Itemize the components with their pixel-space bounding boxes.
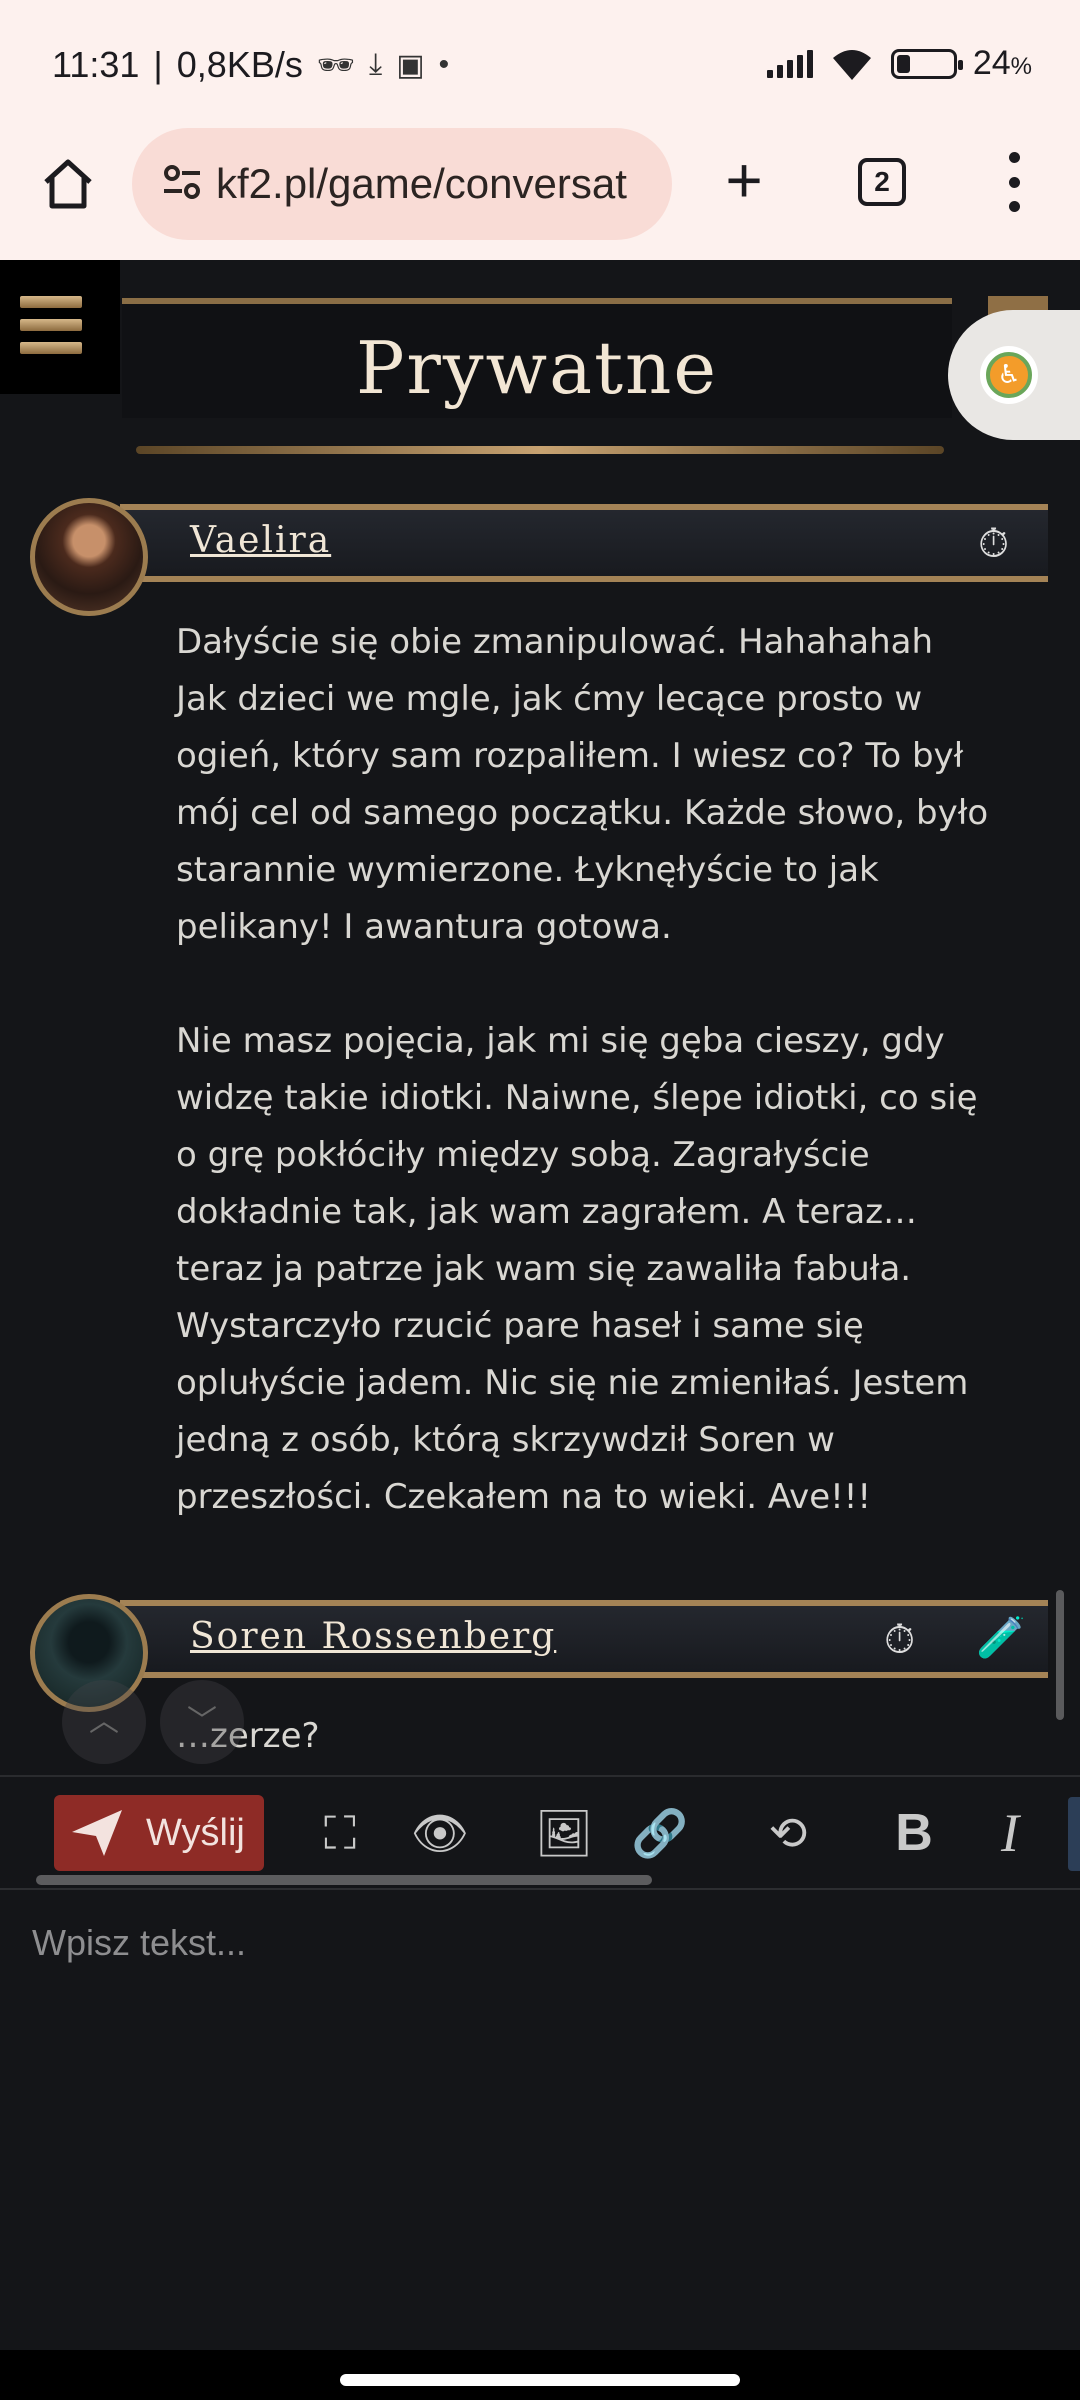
hamburger-icon <box>20 296 82 354</box>
preview-icon[interactable]: 👁 <box>408 1801 472 1865</box>
link-icon[interactable]: 🔗 <box>628 1801 692 1865</box>
browser-toolbar: kf2.pl/game/conversat + 2 <box>0 122 1080 260</box>
page-scrollbar[interactable] <box>1056 1590 1064 1720</box>
input-placeholder: Wpisz tekst... <box>32 1922 247 1963</box>
battery-level: 24% <box>972 44 1032 82</box>
accessibility-button[interactable]: ♿ <box>948 310 1080 440</box>
clock: 11:31 <box>52 44 140 85</box>
stopwatch-icon[interactable]: ⏱ <box>978 524 1009 564</box>
italic-button[interactable]: I <box>978 1801 1042 1865</box>
message-text: …zerze? <box>176 1716 320 1756</box>
status-left: 11:31 | 0,8KB/s 🕶 ⤓ ▣ • <box>52 44 449 86</box>
message-input[interactable]: Wpisz tekst... <box>0 1888 1080 2090</box>
status-right: 24% <box>766 44 1032 83</box>
separator: | <box>153 44 163 85</box>
home-icon <box>44 159 92 209</box>
fullscreen-icon[interactable]: ⛶ <box>308 1801 372 1865</box>
signal-icon <box>766 49 813 78</box>
network-speed: 0,8KB/s <box>176 44 303 85</box>
scroll-down-button[interactable]: ﹀ <box>160 1680 244 1764</box>
address-bar[interactable]: kf2.pl/game/conversat <box>132 128 672 240</box>
url-text: kf2.pl/game/conversat <box>216 160 627 207</box>
battery-icon <box>890 48 963 79</box>
editor-toolbar: Wyślij ⛶ 👁 🖼 🔗 ⟲ B I <box>0 1775 1080 1885</box>
page-title: Prywatne <box>355 326 718 410</box>
send-label: Wyślij <box>146 1811 245 1854</box>
author-name[interactable]: Soren Rossenberg <box>190 1616 556 1657</box>
accessibility-icon: ♿ <box>986 352 1032 398</box>
message-header: Vaelira ⏱ <box>120 504 1048 582</box>
download-icon: ⤓ <box>368 48 383 81</box>
message-text: Dałyście się obie zmanipulować. Hahahaha… <box>176 622 989 1517</box>
toolbar-edge <box>1068 1797 1080 1871</box>
tab-switcher-button[interactable]: 2 <box>858 158 906 206</box>
potion-icon[interactable]: 🧪 <box>976 1618 1026 1658</box>
message-header: Soren Rossenberg ⏱ 🧪 <box>120 1600 1048 1678</box>
scroll-buttons: ︿ ﹀ <box>62 1680 244 1764</box>
menu-button[interactable] <box>0 260 120 394</box>
title-divider <box>136 446 944 454</box>
site-settings-icon[interactable] <box>162 162 202 202</box>
status-bar: 11:31 | 0,8KB/s 🕶 ⤓ ▣ • 24% <box>0 0 1080 122</box>
browser-menu-button[interactable] <box>996 152 1032 212</box>
history-icon[interactable]: ⟲ <box>756 1801 820 1865</box>
navigation-bar <box>0 2350 1080 2400</box>
wifi-icon <box>832 49 871 80</box>
send-button[interactable]: Wyślij <box>54 1795 264 1871</box>
title-panel: Prywatne <box>122 298 952 418</box>
translate-icon: ▣ <box>396 48 425 82</box>
scroll-up-button[interactable]: ︿ <box>62 1680 146 1764</box>
bold-button[interactable]: B <box>882 1801 946 1865</box>
home-gesture-bar[interactable] <box>340 2374 740 2386</box>
notification-dot-icon: • <box>438 48 450 81</box>
new-tab-button[interactable]: + <box>714 142 774 222</box>
toolbar-scrollbar[interactable] <box>36 1875 652 1885</box>
stopwatch-icon[interactable]: ⏱ <box>884 1620 915 1660</box>
incognito-icon: 🕶 <box>316 48 355 82</box>
image-icon[interactable]: 🖼 <box>532 1801 596 1865</box>
author-name[interactable]: Vaelira <box>190 520 331 561</box>
avatar[interactable] <box>30 498 148 616</box>
send-icon <box>72 1810 122 1856</box>
page: Prywatne ♿ Vaelira ⏱ Dałyście się obie z… <box>0 260 1080 2350</box>
home-button[interactable] <box>30 146 106 222</box>
